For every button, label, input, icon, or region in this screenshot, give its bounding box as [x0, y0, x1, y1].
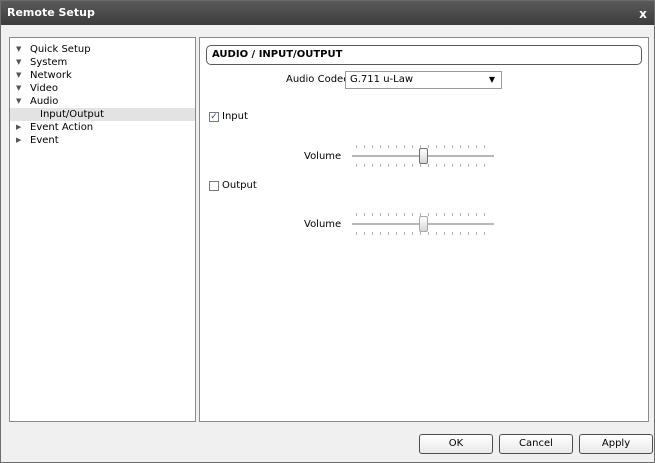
tree-item-video[interactable]: ▼ Video — [10, 82, 195, 95]
tree-item-label: Input/Output — [40, 109, 104, 120]
tree-item-event[interactable]: ▶ Event — [10, 134, 195, 147]
settings-tree: ▼ Quick Setup ▼ System ▼ Network ▼ Video… — [9, 37, 196, 422]
audio-codec-label: Audio Codec — [286, 74, 349, 85]
tree-item-label: Event — [30, 135, 59, 146]
output-checkbox[interactable] — [209, 181, 219, 191]
expand-arrow-icon[interactable]: ▼ — [16, 82, 21, 95]
audio-codec-value: G.711 u-Law — [350, 74, 414, 85]
remote-setup-window: Remote Setup x ▼ Quick Setup ▼ System ▼ … — [0, 0, 655, 463]
tree-item-system[interactable]: ▼ System — [10, 56, 195, 69]
tree-item-input-output[interactable]: Input/Output — [10, 108, 195, 121]
apply-button[interactable]: Apply — [579, 434, 653, 454]
output-label: Output — [222, 180, 257, 191]
expand-arrow-icon[interactable]: ▼ — [16, 69, 21, 82]
tree-item-quick-setup[interactable]: ▼ Quick Setup — [10, 43, 195, 56]
expand-arrow-icon[interactable]: ▼ — [16, 95, 21, 108]
tree-item-label: Network — [30, 70, 72, 81]
tree-item-network[interactable]: ▼ Network — [10, 69, 195, 82]
collapse-arrow-icon[interactable]: ▶ — [16, 121, 21, 134]
close-icon[interactable]: x — [636, 7, 650, 21]
collapse-arrow-icon[interactable]: ▶ — [16, 134, 21, 147]
input-volume-label: Volume — [304, 151, 342, 162]
output-volume-slider[interactable] — [352, 211, 494, 237]
tree-item-label: System — [30, 57, 68, 68]
input-checkbox[interactable]: ✓ — [209, 112, 219, 122]
slider-thumb[interactable] — [419, 216, 428, 232]
tree-item-label: Audio — [30, 96, 59, 107]
audio-codec-dropdown[interactable]: G.711 u-Law ▼ — [345, 71, 502, 89]
slider-ticks — [356, 164, 490, 167]
chevron-down-icon: ▼ — [488, 75, 495, 84]
window-title: Remote Setup — [7, 6, 95, 19]
expand-arrow-icon[interactable]: ▼ — [16, 56, 21, 69]
output-volume-label: Volume — [304, 219, 342, 230]
section-header: AUDIO / INPUT/OUTPUT — [206, 45, 642, 65]
slider-thumb[interactable] — [419, 148, 428, 164]
tree-item-audio[interactable]: ▼ Audio — [10, 95, 195, 108]
ok-button[interactable]: OK — [419, 434, 493, 454]
title-bar[interactable]: Remote Setup x — [1, 1, 654, 25]
tree-item-label: Video — [30, 83, 59, 94]
tree-item-event-action[interactable]: ▶ Event Action — [10, 121, 195, 134]
input-label: Input — [222, 111, 248, 122]
settings-panel: AUDIO / INPUT/OUTPUT Audio Codec G.711 u… — [199, 37, 649, 422]
input-volume-slider[interactable] — [352, 143, 494, 169]
expand-arrow-icon[interactable]: ▼ — [16, 43, 21, 56]
cancel-button[interactable]: Cancel — [499, 434, 573, 454]
tree-item-label: Event Action — [30, 122, 94, 133]
slider-ticks — [356, 232, 490, 235]
tree-item-label: Quick Setup — [30, 44, 91, 55]
